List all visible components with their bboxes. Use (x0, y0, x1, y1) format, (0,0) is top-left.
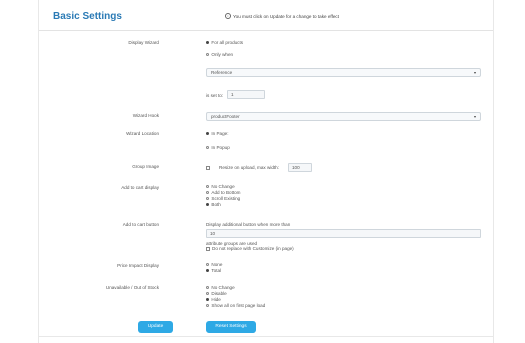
additional-button-description: Display additional button when more than (206, 222, 291, 227)
chevron-down-icon: ▾ (473, 70, 476, 75)
resize-label: Resize on upload, max width: (219, 165, 280, 170)
page-title: Basic Settings (53, 11, 122, 22)
wizard-hook-select[interactable]: productFooter ▾ (206, 112, 481, 121)
radio-scroll-existing[interactable]: Scroll Existing (206, 196, 240, 201)
radio-dot[interactable] (206, 297, 210, 302)
is-set-to-label: is set to: (206, 93, 224, 98)
settings-panel: Basic Settings i You must click on Updat… (38, 0, 494, 343)
radio-dot[interactable] (206, 40, 210, 45)
wizard-location-label: Wizard Location (126, 131, 159, 136)
is-set-to-input[interactable]: 1 (227, 90, 265, 99)
update-notice-text: You must click on Update for a change to… (233, 13, 339, 19)
chevron-down-icon: ▾ (473, 114, 476, 119)
radio-no-change[interactable]: No Change (206, 184, 235, 189)
radio-dot[interactable] (206, 190, 210, 195)
radio-disable[interactable]: Disable (206, 291, 227, 296)
radio-dot[interactable] (206, 184, 210, 189)
panel-footer-divider (39, 336, 493, 337)
reference-select[interactable]: Reference ▾ (206, 68, 481, 77)
add-to-cart-button-label: Add to cart button (122, 222, 159, 227)
radio-dot[interactable] (206, 285, 210, 290)
add-to-cart-display-label: Add to cart display (121, 185, 159, 190)
radio-dot[interactable] (206, 303, 210, 308)
group-image-label: Group Image (132, 164, 159, 169)
price-impact-label: Price Impact Display (117, 263, 159, 268)
radio-both[interactable]: Both (206, 202, 221, 207)
no-replace-label: Do not replace with Customize (in page) (212, 246, 294, 251)
resize-checkbox[interactable] (206, 166, 210, 170)
radio-show-all-on-first-page-load[interactable]: Show all on first page load (206, 303, 265, 308)
radio-dot[interactable] (206, 268, 210, 273)
radio-dot[interactable] (206, 196, 210, 201)
wizard-hook-label: Wizard Hook (132, 113, 159, 118)
radio-dot[interactable] (206, 145, 210, 150)
update-notice: i You must click on Update for a change … (225, 13, 339, 19)
update-button[interactable]: Update (138, 321, 173, 333)
radio-none[interactable]: None (206, 262, 222, 267)
max-width-input[interactable]: 100 (288, 163, 312, 172)
radio-for-all-products[interactable]: For all products (206, 40, 243, 45)
radio-in-popup[interactable]: In Popup (206, 145, 230, 150)
radio-dot[interactable] (206, 52, 210, 57)
groups-count-input[interactable]: 10 (206, 229, 481, 238)
panel-header: Basic Settings i You must click on Updat… (39, 0, 493, 31)
radio-only-when[interactable]: Only when (206, 52, 233, 57)
display-wizard-label: Display Wizard (128, 40, 159, 45)
radio-no-change[interactable]: No Change (206, 285, 235, 290)
reset-settings-button[interactable]: Reset Settings (206, 321, 256, 333)
no-replace-checkbox[interactable] (206, 247, 210, 251)
unavailable-label: Unavailable / Out of Stock (105, 285, 159, 290)
radio-hide[interactable]: Hide (206, 297, 221, 302)
radio-in-page[interactable]: In Page: (206, 131, 229, 136)
info-icon: i (225, 13, 231, 19)
radio-dot[interactable] (206, 262, 210, 267)
radio-dot[interactable] (206, 202, 210, 207)
radio-total[interactable]: Total (206, 268, 221, 273)
radio-dot[interactable] (206, 291, 210, 296)
radio-dot[interactable] (206, 131, 210, 136)
radio-add-to-bottom[interactable]: Add to Bottom (206, 190, 241, 195)
